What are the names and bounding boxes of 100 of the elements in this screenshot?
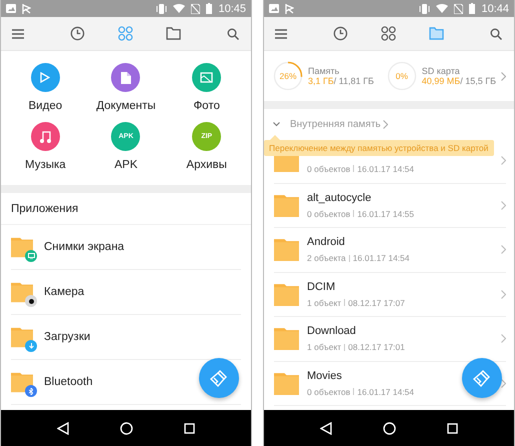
wifi-icon <box>173 4 186 13</box>
section-title: Приложения <box>1 193 251 225</box>
modified-date: 16.01.17 14:54 <box>357 386 414 397</box>
modified-date: 16.01.17 14:55 <box>357 208 414 219</box>
item-count: 2 объекта <box>307 253 346 264</box>
clock-icon <box>70 26 85 41</box>
folder-icon <box>429 27 444 40</box>
chevron-right-icon <box>501 290 506 299</box>
document-icon <box>120 72 131 84</box>
toolbar-tab[interactable] <box>164 24 182 42</box>
folder-name: Снимки экрана <box>44 241 124 253</box>
brush-icon <box>472 368 492 388</box>
toolbar-tab[interactable] <box>380 24 398 42</box>
grid-icon <box>118 26 133 41</box>
usage-ring <box>273 61 303 91</box>
app-folder-row[interactable]: Загрузки <box>11 315 241 360</box>
no-sim-icon <box>191 4 200 14</box>
app-folder-row[interactable]: Камера <box>11 270 241 315</box>
modified-date: 16.01.17 14:54 <box>352 253 410 264</box>
folder-row[interactable]: Android 2 объекта 16.01.17 14:54 <box>274 228 506 272</box>
folder-row[interactable]: DCIM 1 объект 08.12.17 17:07 <box>274 272 506 317</box>
flag-icon <box>285 4 294 14</box>
folder-name: Android <box>307 236 345 248</box>
music-note-icon <box>39 130 52 142</box>
image-icon <box>6 4 16 13</box>
item-count: 1 объект <box>307 342 342 352</box>
no-sim-icon <box>454 4 464 14</box>
battery-icon <box>206 3 212 14</box>
folder-icon <box>274 238 299 262</box>
folder-icon <box>166 27 181 40</box>
folder-icon <box>274 372 299 395</box>
usage-percent: 0% <box>396 71 408 81</box>
folder-name: Bluetooth <box>44 376 93 388</box>
chevron-right-icon <box>501 245 506 254</box>
chevron-right-icon <box>501 200 506 210</box>
folder-icon <box>274 282 299 306</box>
image-icon <box>269 4 279 13</box>
folder-row[interactable]: alt_autocycle 0 объектов 16.01.17 14:55 <box>274 184 506 228</box>
folder-icon <box>274 194 299 217</box>
back-icon[interactable] <box>320 422 332 434</box>
chevron-down-icon[interactable] <box>273 122 280 126</box>
home-icon[interactable] <box>382 422 396 434</box>
category-button[interactable]: Видео <box>5 63 86 112</box>
modified-date: 08.12.17 17:01 <box>348 342 405 352</box>
usage-percent: 26% <box>280 71 296 81</box>
clock-icon <box>333 26 348 41</box>
chevron-right-icon <box>501 334 506 344</box>
chevron-right-icon <box>501 378 506 388</box>
search-icon <box>490 28 502 40</box>
storage-usage: 3,1 ГБ/ 11,81 ГБ <box>308 76 374 86</box>
category-button[interactable]: Фото <box>166 63 247 112</box>
folder-name: Камера <box>44 286 84 298</box>
grid-icon <box>381 26 396 41</box>
lens-icon <box>28 298 34 304</box>
item-count: 1 объект <box>307 298 342 308</box>
brush-icon <box>209 368 229 388</box>
folder-name: Загрузки <box>44 331 90 343</box>
folder-name: Movies <box>307 370 342 382</box>
status-time: 10:45 <box>218 2 246 14</box>
folder-icon <box>274 327 299 350</box>
play-icon <box>40 72 50 83</box>
back-icon[interactable] <box>56 422 69 434</box>
chevron-right-icon <box>382 120 388 128</box>
clean-button[interactable] <box>199 358 239 398</box>
recents-icon[interactable] <box>184 422 196 434</box>
search-icon <box>227 28 239 40</box>
toolbar-tab[interactable] <box>68 24 86 42</box>
status-time: 10:44 <box>481 2 509 14</box>
category-button[interactable]: Документы <box>86 63 166 112</box>
modified-date: 08.12.17 17:07 <box>348 298 405 308</box>
clean-button[interactable] <box>462 358 502 398</box>
bluetooth-icon <box>29 388 33 394</box>
wifi-icon <box>436 4 448 13</box>
storage-name: SD карта <box>422 66 461 76</box>
storage-name: Память <box>308 66 340 76</box>
folder-name: Download <box>307 325 356 338</box>
item-count: 0 объектов <box>307 164 350 174</box>
recents-icon[interactable] <box>447 422 458 434</box>
menu-icon <box>275 28 287 38</box>
app-folder-row[interactable]: Снимки экрана <box>11 225 241 270</box>
vibrate-icon <box>156 4 168 14</box>
picture-icon <box>200 72 214 83</box>
download-icon <box>28 343 34 349</box>
screen-icon <box>28 253 34 259</box>
folder-name: DCIM <box>307 280 336 293</box>
chevron-right-icon <box>501 156 506 166</box>
tooltip: Переключение между памятью устройства и SD картой <box>264 140 494 156</box>
menu-icon <box>12 28 24 38</box>
toolbar-tab[interactable] <box>332 24 350 42</box>
storage-usage: 40,99 МБ/ 15,5 ГБ <box>422 76 496 86</box>
home-icon[interactable] <box>120 422 133 434</box>
battery-icon <box>469 3 476 14</box>
vibrate-icon <box>419 4 430 14</box>
item-count: 0 объектов <box>307 208 350 219</box>
flag-icon <box>22 4 31 14</box>
item-count: 0 объектов <box>307 386 350 397</box>
folder-row[interactable]: Download 1 объект 08.12.17 17:01 <box>274 317 506 362</box>
folder-name: alt_autocycle <box>307 192 372 204</box>
category-button[interactable]: Музыка <box>5 122 86 171</box>
modified-date: 16.01.17 14:54 <box>357 164 414 174</box>
